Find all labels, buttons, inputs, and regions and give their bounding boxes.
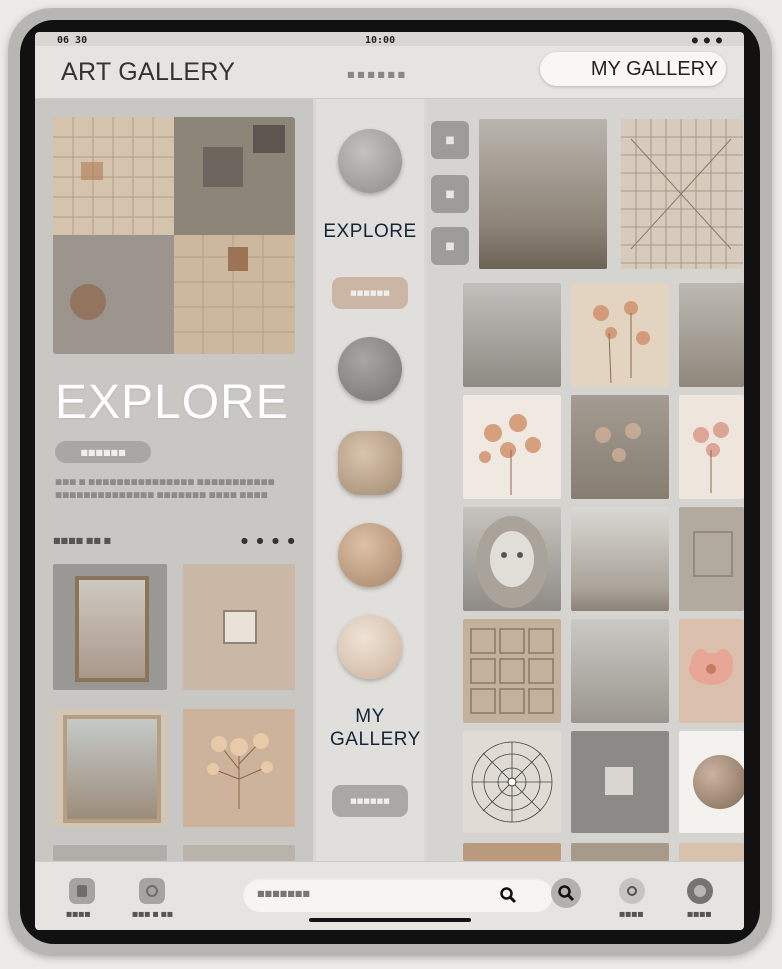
nav-label-gallery: ■■■ ■ ■■: [132, 910, 173, 918]
portrait-image: [476, 516, 548, 608]
home-glyph: [77, 885, 87, 897]
explore-heading: EXPLORE: [55, 376, 289, 429]
artwork-ruined-city[interactable]: [679, 283, 744, 387]
faded-flowers-image: [595, 423, 641, 462]
app-screen: 06 30 10:00 ● ● ● ART GALLERY ■ ■ ■ ■ ■ …: [35, 32, 744, 930]
sphere-shape: [693, 755, 744, 809]
artwork-thumb-2[interactable]: [183, 564, 295, 690]
artwork-thumb-6[interactable]: [183, 845, 295, 861]
mini-shelf-icon: [223, 610, 257, 644]
artwork-thumb-4[interactable]: [183, 709, 295, 827]
status-left: 06 30: [57, 35, 88, 46]
artwork-sphere[interactable]: [679, 731, 744, 833]
my-gallery-nav-pill[interactable]: ■■■■■■: [332, 785, 408, 817]
small-canvas: [605, 767, 633, 795]
panel-square: [693, 531, 733, 577]
explore-nav-pill[interactable]: ■■■■■■: [332, 277, 408, 309]
nav-label-profile: ■■■■: [619, 910, 644, 918]
nav-label-home: ■■■■: [66, 910, 91, 918]
artwork-strip-3[interactable]: [679, 843, 744, 861]
artwork-pink-blossom[interactable]: [679, 395, 744, 499]
artwork-floral-bouquet[interactable]: [463, 395, 561, 499]
nav-label-settings: ■■■■: [687, 910, 712, 918]
carved-tiles-image: [470, 628, 554, 714]
artwork-gray-square[interactable]: [571, 731, 669, 833]
artwork-carved-tiles[interactable]: [463, 619, 561, 723]
gallery-icon[interactable]: [139, 878, 165, 904]
search-button-icon: [558, 885, 575, 902]
featured-artwork-image: [53, 117, 295, 354]
artwork-strip-1[interactable]: [463, 843, 561, 861]
artwork-peach-flowers[interactable]: [571, 283, 669, 387]
settings-icon[interactable]: [687, 878, 713, 904]
app-header: ART GALLERY ■ ■ ■ ■ ■ ■ MY GALLERY: [35, 46, 744, 99]
texture-circle-button[interactable]: [338, 431, 402, 495]
tile-grid-image: [621, 119, 743, 269]
artwork-tile-grid[interactable]: [621, 119, 743, 269]
gallery-glyph: [146, 885, 158, 897]
artwork-thumb-3[interactable]: [53, 709, 167, 827]
artwork-foggy-spire[interactable]: [463, 283, 561, 387]
search-placeholder: ■■■■■■■: [257, 889, 310, 898]
artwork-grid: ■ ■ ■: [427, 99, 744, 861]
artwork-strip-2[interactable]: [571, 843, 669, 861]
explore-description: ■■■ ■ ■■■■■■■■■■■■■■■ ■■■■■■■■■■■ ■■■■■■…: [55, 477, 275, 499]
frame-border: [63, 715, 161, 823]
grid-view-icon[interactable]: ■: [431, 175, 469, 213]
artwork-peony[interactable]: [679, 619, 744, 723]
my-gallery-button[interactable]: MY GALLERY: [540, 52, 726, 86]
floral-bouquet-image: [479, 414, 541, 495]
web-sketch-image: [471, 741, 553, 823]
list-view-icon[interactable]: ■: [431, 227, 469, 265]
pagination-dots[interactable]: ● ● ● ●: [241, 536, 298, 545]
artwork-portrait-girl[interactable]: [463, 507, 561, 611]
bottom-nav-bar: ■■■■ ■■■ ■ ■■ ■■■■■■■ ■■■■ ■■■■: [35, 861, 744, 930]
artwork-thumb-1[interactable]: [53, 564, 167, 690]
search-button[interactable]: [551, 878, 581, 908]
dark-circle-button[interactable]: [338, 337, 402, 401]
explore-panel: EXPLORE ■■■■■■ ■■■ ■ ■■■■■■■■■■■■■■■ ■■■…: [35, 99, 313, 861]
gray-circle-button[interactable]: [338, 129, 402, 193]
artwork-faded-flowers[interactable]: [571, 395, 669, 499]
home-icon[interactable]: [69, 878, 95, 904]
light-circle-button[interactable]: [338, 615, 402, 679]
artwork-abstract-panel[interactable]: [679, 507, 744, 611]
settings-glyph: [694, 885, 706, 897]
profile-icon[interactable]: [619, 878, 645, 904]
profile-glyph: [627, 886, 637, 896]
search-icon[interactable]: [499, 886, 517, 904]
header-center-text: ■ ■ ■ ■ ■ ■: [347, 70, 406, 79]
artwork-fog-skyline[interactable]: [571, 619, 669, 723]
my-gallery-nav-label[interactable]: MY GALLERY: [330, 705, 420, 751]
peony-image: [689, 649, 733, 685]
artwork-misty-road[interactable]: [479, 119, 607, 269]
home-indicator[interactable]: [309, 918, 471, 922]
frame-border: [75, 576, 149, 682]
search-input[interactable]: ■■■■■■■: [243, 878, 553, 912]
status-indicators: ● ● ●: [691, 35, 722, 46]
page-title: ART GALLERY: [61, 58, 236, 86]
explore-nav-label[interactable]: EXPLORE: [316, 221, 424, 243]
filter-icon[interactable]: ■: [431, 121, 469, 159]
featured-artwork[interactable]: [53, 117, 295, 354]
status-time: 10:00: [365, 35, 396, 46]
peach-flowers-image: [593, 301, 650, 384]
tan-circle-button[interactable]: [338, 523, 402, 587]
floral-artwork: [207, 733, 273, 809]
explore-tag-pill[interactable]: ■■■■■■: [55, 441, 151, 463]
artwork-misty-field[interactable]: [571, 507, 669, 611]
pink-blossom-image: [693, 422, 729, 493]
collection-label: ■■■■ ■■ ■: [53, 536, 111, 545]
artwork-web-sketch[interactable]: [463, 731, 561, 833]
quick-nav-column: EXPLORE ■■■■■■ MY GALLERY ■■■■■■: [316, 99, 424, 861]
artwork-thumb-5[interactable]: [53, 845, 167, 861]
